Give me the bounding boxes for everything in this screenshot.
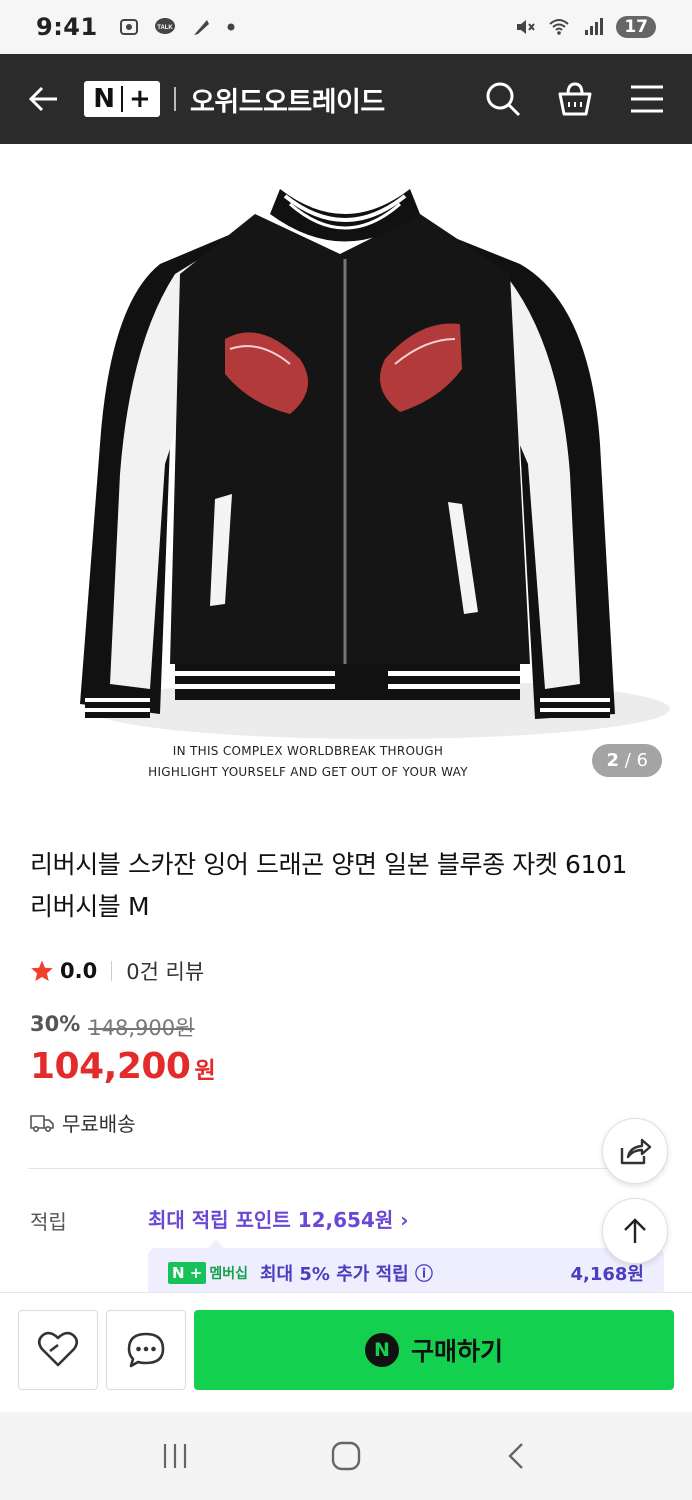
header-divider (174, 87, 176, 111)
menu-button[interactable] (628, 80, 666, 118)
image-pager: 2 / 6 (592, 744, 662, 777)
rating-score: 0.0 (60, 959, 98, 983)
image-caption-line-1: IN THIS COMPLEX WORLDBREAK THROUGH (172, 744, 444, 758)
pager-separator: / (624, 750, 631, 771)
buy-button[interactable]: N 구매하기 (194, 1310, 674, 1390)
svg-text:TALK: TALK (157, 25, 173, 31)
review-count[interactable]: 0건 리뷰 (126, 956, 204, 986)
search-button[interactable] (484, 80, 522, 118)
membership-badge: N + 멤버십 (168, 1262, 248, 1284)
back-button[interactable] (26, 81, 62, 117)
rating-row[interactable]: 0.0 0건 리뷰 (30, 956, 204, 986)
mute-icon (517, 20, 536, 34)
scroll-to-top-button[interactable] (602, 1198, 668, 1264)
pager-total: 6 (636, 750, 648, 771)
naver-pay-icon: N (364, 1333, 399, 1367)
section-divider (28, 1168, 664, 1169)
shipping-info: 무료배송 (30, 1108, 136, 1137)
app-header: N + 오위드오트레이드 (0, 54, 692, 144)
logo-n: N (93, 84, 115, 114)
logo-plus: + (128, 84, 151, 114)
recent-apps-button[interactable] (150, 1431, 200, 1481)
home-icon (331, 1441, 361, 1471)
price-amount: 104,200 (30, 1046, 191, 1087)
membership-logo: N + (168, 1262, 207, 1284)
recent-apps-icon (164, 1444, 187, 1468)
search-icon (486, 82, 521, 117)
pager-current: 2 (606, 750, 619, 771)
menu-icon (631, 85, 663, 113)
naver-plus-logo: N + (84, 81, 160, 117)
shopping-bag-icon (558, 82, 592, 116)
back-arrow-icon (28, 86, 57, 112)
star-icon (31, 960, 53, 981)
talk-talk-button[interactable] (106, 1310, 186, 1390)
share-icon (620, 1138, 652, 1165)
membership-points-box: N + 멤버십 최대 5% 추가 적립 ⓘ 4,168원 (148, 1240, 664, 1298)
battery-indicator: 17 (616, 16, 656, 38)
status-system-icons: 17 (514, 16, 656, 38)
header-actions (484, 80, 666, 118)
max-points-link[interactable]: 최대 적립 포인트 12,654원 › (148, 1204, 408, 1233)
screenshot-icon (119, 19, 138, 35)
membership-badge-text: 멤버십 (209, 1266, 248, 1282)
talk-icon: TALK (154, 18, 175, 34)
share-button[interactable] (602, 1118, 668, 1184)
cart-button[interactable] (556, 80, 594, 118)
discount-rate: 30% (30, 1012, 81, 1036)
home-button[interactable] (321, 1431, 371, 1481)
product-image-gallery[interactable]: IN THIS COMPLEX WORLDBREAK THROUGH HIGHL… (0, 144, 692, 804)
purchase-action-bar: N 구매하기 (0, 1292, 692, 1412)
image-caption-line-2: HIGHLIGHT YOURSELF AND GET OUT OF YOUR W… (148, 765, 468, 779)
wishlist-button[interactable] (18, 1310, 98, 1390)
chevron-left-icon (507, 1443, 523, 1469)
heart-icon (37, 1331, 79, 1367)
status-bar: 9:41 TALK 17 (0, 0, 692, 54)
shipping-label: 무료배송 (62, 1112, 136, 1136)
membership-info[interactable]: 최대 5% 추가 적립 ⓘ (260, 1260, 433, 1286)
arrow-up-icon (624, 1218, 646, 1243)
product-title: 리버시블 스카잔 잉어 드래곤 양면 일본 블루종 자켓 6101 리버시블 M (30, 850, 627, 921)
signal-icon (585, 18, 604, 35)
delivery-truck-icon (30, 1114, 54, 1132)
buy-label: 구매하기 (410, 1337, 503, 1366)
dot-icon (227, 23, 235, 31)
discount-row: 30% 148,900원 (30, 1012, 194, 1042)
system-navigation-bar (0, 1412, 692, 1500)
rating-divider (111, 961, 113, 981)
original-price: 148,900원 (88, 1016, 195, 1040)
wifi-icon (549, 19, 569, 35)
feather-icon (193, 20, 209, 35)
sale-price: 104,200 원 (30, 1046, 216, 1087)
logo-separator (120, 86, 123, 112)
store-name[interactable]: 오위드오트레이드 (190, 80, 385, 119)
brand-logo-link[interactable]: N + 오위드오트레이드 (84, 80, 385, 119)
product-image (80, 189, 670, 739)
back-nav-button[interactable] (492, 1431, 542, 1481)
status-time: 9:41 (36, 13, 98, 41)
chat-bubble-icon (127, 1332, 165, 1368)
status-notification-icons: TALK (118, 16, 236, 38)
points-label: 적립 (30, 1210, 67, 1234)
price-currency: 원 (194, 1058, 216, 1084)
